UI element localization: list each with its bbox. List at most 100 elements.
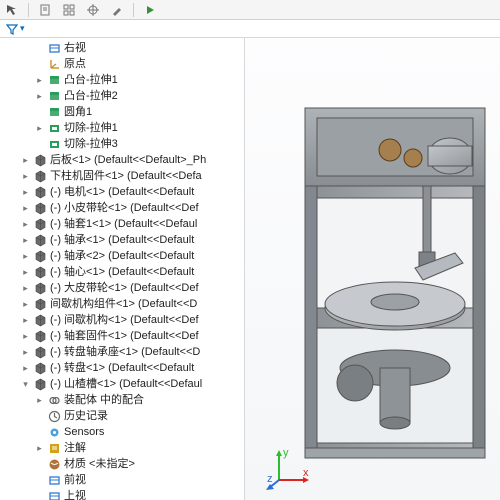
tree-node[interactable]: Sensors — [0, 424, 244, 440]
tree-node-label: 切除-拉伸3 — [64, 136, 118, 152]
tree-node[interactable]: ▸装配体 中的配合 — [0, 392, 244, 408]
tree-node-label: 凸台-拉伸1 — [64, 72, 118, 88]
tree-node[interactable]: 上视 — [0, 488, 244, 500]
expand-icon[interactable]: ▸ — [34, 123, 45, 134]
material-icon — [47, 457, 61, 471]
tree-node[interactable]: ▸(-) 小皮带轮<1> (Default<<Def — [0, 200, 244, 216]
expand-icon[interactable]: ▸ — [20, 219, 31, 230]
expand-icon[interactable]: ▸ — [20, 363, 31, 374]
tb-tools-icon[interactable] — [109, 2, 125, 18]
tree-node[interactable]: 历史记录 — [0, 408, 244, 424]
cut-icon — [47, 121, 61, 135]
app-root: ▾ 右视原点 ▸ 凸台-拉伸1▸凸台-拉伸2圆角1▸切除-拉伸1切除-拉伸3▸后板<… — [0, 0, 500, 500]
tree-node-label: (-) 轴套1<1> (Default<<Defaul — [50, 216, 197, 232]
tree-node[interactable]: 材质 <未指定> — [0, 456, 244, 472]
filter-icon — [6, 23, 18, 35]
tree-node[interactable]: ▾ (-) 山楂槽<1> (Default<<Defaul — [0, 376, 244, 392]
tree-node-label: (-) 轴套固件<1> (Default<<Def — [50, 328, 199, 344]
expander-spacer — [34, 107, 45, 118]
tree-node[interactable]: ▸ (-) 轴套1<1> (Default<<Defaul — [0, 216, 244, 232]
tree-node-label: 圆角1 — [64, 104, 92, 120]
tree-node[interactable]: ▸ (-) 电机<1> (Default<<Default — [0, 184, 244, 200]
expand-icon[interactable]: ▸ — [20, 267, 31, 278]
tree-node[interactable]: 前视 — [0, 472, 244, 488]
part-icon — [33, 217, 47, 231]
expand-icon[interactable]: ▸ — [20, 235, 31, 246]
tree-node-label: (-) 间歇机构<1> (Default<<Def — [50, 312, 199, 328]
part-icon — [33, 281, 47, 295]
expand-icon[interactable]: ▸ — [20, 171, 31, 182]
toolbar-separator — [28, 3, 29, 17]
view-icon — [47, 473, 61, 487]
expander-spacer — [34, 43, 45, 54]
tree-node[interactable]: 圆角1 — [0, 104, 244, 120]
expand-icon[interactable]: ▸ — [20, 347, 31, 358]
collapse-icon[interactable]: ▾ — [20, 379, 31, 390]
expand-icon[interactable]: ▸ — [20, 331, 31, 342]
tree-node[interactable]: ▸ 下柱机固件<1> (Default<<Defa — [0, 168, 244, 184]
expander-spacer — [34, 475, 45, 486]
tree-node[interactable]: ▸间歇机构组件<1> (Default<<D — [0, 296, 244, 312]
history-icon — [47, 409, 61, 423]
view-triad[interactable]: y x z — [265, 446, 309, 490]
feature-tree[interactable]: 右视原点 ▸ 凸台-拉伸1▸凸台-拉伸2圆角1▸切除-拉伸1切除-拉伸3▸后板<1>… — [0, 38, 245, 500]
tree-node[interactable]: 切除-拉伸3 — [0, 136, 244, 152]
tree-node[interactable]: ▸ (-) 大皮带轮<1> (Default<<Def — [0, 280, 244, 296]
tree-node[interactable]: ▸ 凸台-拉伸1 — [0, 72, 244, 88]
expander-spacer — [34, 491, 45, 500]
expand-icon[interactable]: ▸ — [20, 155, 31, 166]
model-render — [245, 38, 500, 500]
tree-node[interactable]: 原点 — [0, 56, 244, 72]
tree-node-label: (-) 转盘轴承座<1> (Default<<D — [50, 344, 200, 360]
tree-node[interactable]: ▸后板<1> (Default<<Default>_Ph — [0, 152, 244, 168]
part-icon — [33, 249, 47, 263]
tree-node-label: 上视 — [64, 488, 86, 500]
tb-arrow-icon[interactable] — [4, 2, 20, 18]
tree-node[interactable]: ▸凸台-拉伸2 — [0, 88, 244, 104]
tb-target-icon[interactable] — [85, 2, 101, 18]
tree-node[interactable]: ▸(-) 轴心<1> (Default<<Default — [0, 264, 244, 280]
tree-node-label: 前视 — [64, 472, 86, 488]
tree-node[interactable]: ▸ (-) 转盘轴承座<1> (Default<<D — [0, 344, 244, 360]
expand-icon[interactable]: ▸ — [34, 443, 45, 454]
part-icon — [33, 265, 47, 279]
tree-node[interactable]: ▸(-) 轴承<1> (Default<<Default — [0, 232, 244, 248]
tree-node[interactable]: ▸(-) 轴承<2> (Default<<Default — [0, 248, 244, 264]
tb-grid-icon[interactable] — [61, 2, 77, 18]
expand-icon[interactable]: ▸ — [34, 395, 45, 406]
origin-icon — [47, 57, 61, 71]
sensor-icon — [47, 425, 61, 439]
tree-node-label: (-) 山楂槽<1> (Default<<Defaul — [50, 376, 202, 392]
part-icon — [33, 233, 47, 247]
expand-icon[interactable]: ▸ — [20, 251, 31, 262]
tree-node-label: Sensors — [64, 424, 104, 440]
tb-document-icon[interactable] — [37, 2, 53, 18]
tree-node[interactable]: 右视 — [0, 40, 244, 56]
part-icon — [33, 185, 47, 199]
tree-node[interactable]: ▸ (-) 转盘<1> (Default<<Default — [0, 360, 244, 376]
expand-icon[interactable]: ▸ — [34, 75, 45, 86]
part-icon — [33, 153, 47, 167]
view-toolbar — [0, 0, 500, 20]
tree-node[interactable]: ▸切除-拉伸1 — [0, 120, 244, 136]
expand-icon[interactable]: ▸ — [34, 91, 45, 102]
expand-icon[interactable]: ▸ — [20, 315, 31, 326]
tree-node[interactable]: ▸ (-) 轴套固件<1> (Default<<Def — [0, 328, 244, 344]
cut-icon — [47, 137, 61, 151]
tree-node-label: (-) 电机<1> (Default<<Default — [50, 184, 194, 200]
tb-play-icon[interactable] — [142, 2, 158, 18]
tree-node[interactable]: ▸注解 — [0, 440, 244, 456]
tree-node[interactable]: ▸ (-) 间歇机构<1> (Default<<Def — [0, 312, 244, 328]
model-viewport[interactable]: y x z — [245, 38, 500, 500]
filter-bar[interactable]: ▾ — [0, 20, 500, 38]
expand-icon[interactable]: ▸ — [20, 283, 31, 294]
expand-icon[interactable]: ▸ — [20, 203, 31, 214]
part-icon — [33, 377, 47, 391]
tree-node-label: (-) 大皮带轮<1> (Default<<Def — [50, 280, 199, 296]
tree-node-label: 下柱机固件<1> (Default<<Defa — [50, 168, 202, 184]
tree-node-label: (-) 转盘<1> (Default<<Default — [50, 360, 194, 376]
expand-icon[interactable]: ▸ — [20, 187, 31, 198]
part-icon — [33, 329, 47, 343]
expand-icon[interactable]: ▸ — [20, 299, 31, 310]
expander-spacer — [34, 139, 45, 150]
